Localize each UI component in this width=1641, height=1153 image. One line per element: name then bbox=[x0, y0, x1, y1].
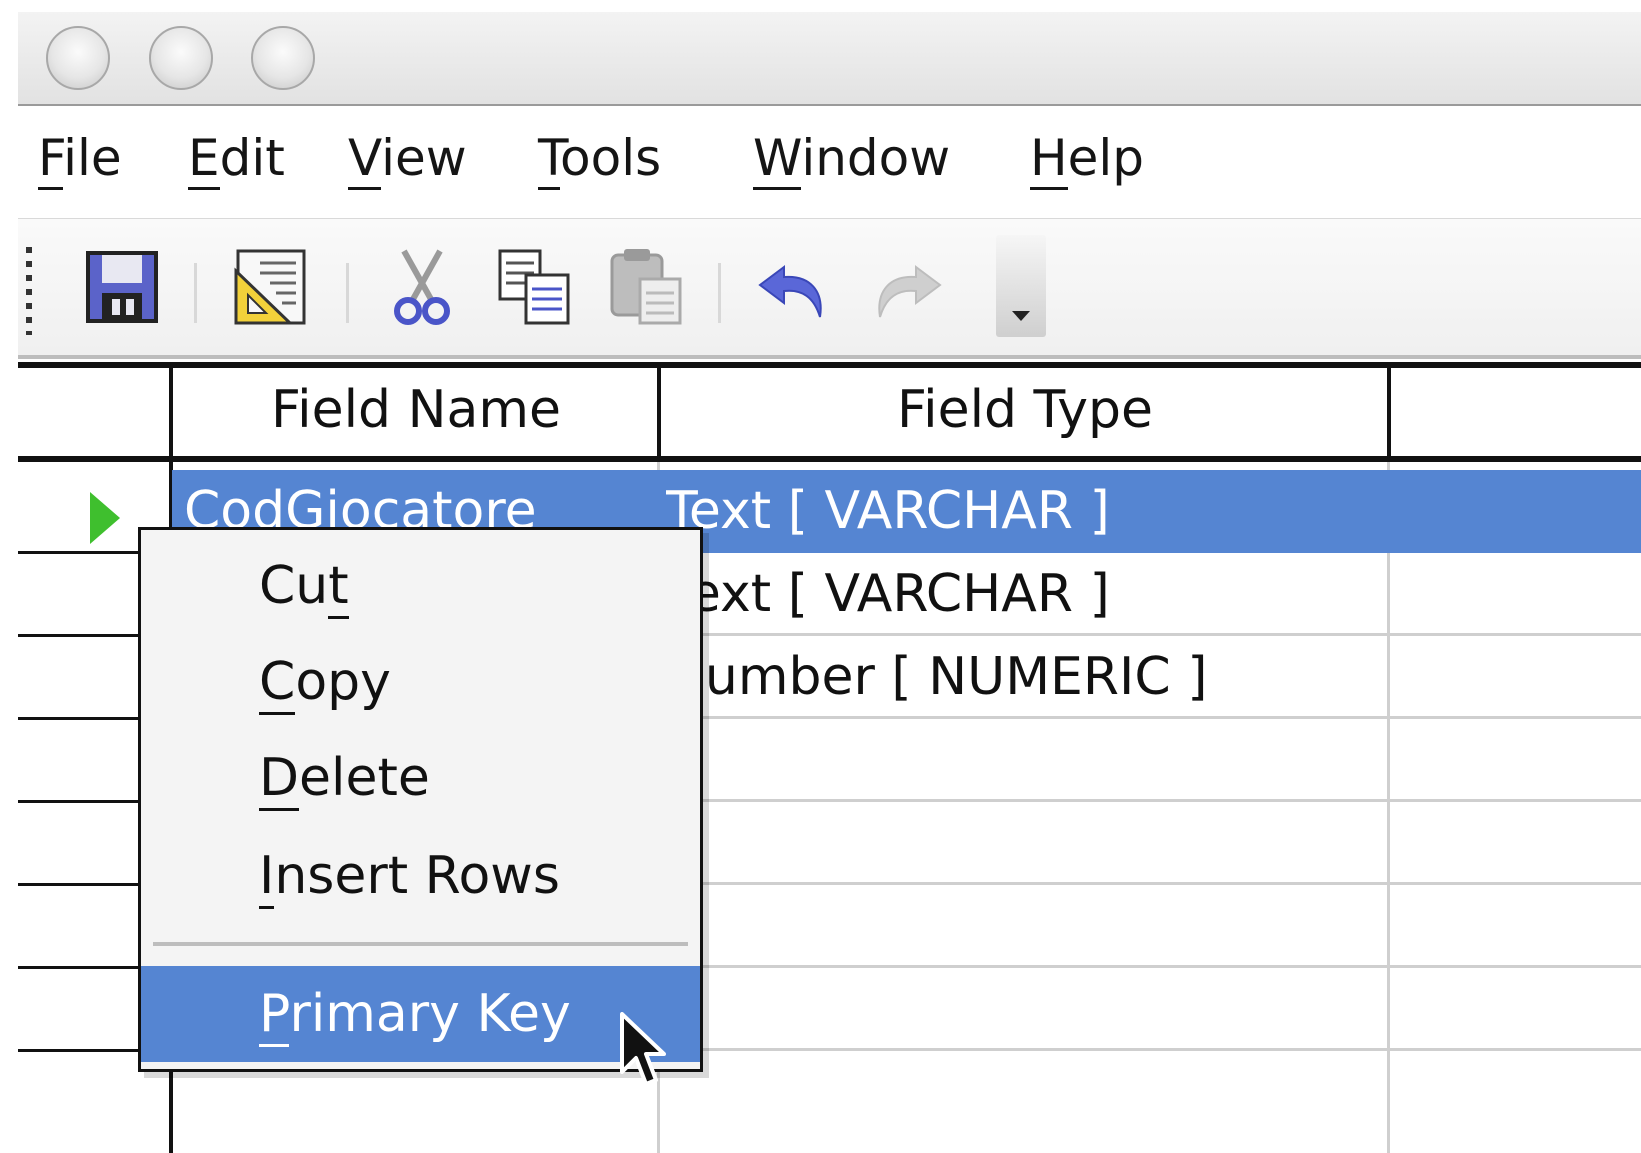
menu-tools[interactable]: Tools bbox=[538, 128, 662, 190]
menu-separator bbox=[153, 942, 688, 946]
menu-item-primary-key-mnemonic: P bbox=[259, 984, 290, 1047]
column-header-description[interactable] bbox=[1390, 362, 1641, 458]
title-bar bbox=[18, 12, 1641, 106]
header-bottom-border bbox=[18, 456, 1641, 462]
menu-window-mnemonic: W bbox=[753, 129, 802, 190]
field-type-cell[interactable] bbox=[666, 719, 1386, 802]
menu-view[interactable]: View bbox=[348, 128, 467, 190]
menu-file[interactable]: File bbox=[38, 128, 122, 190]
table-design-window: File Edit View Tools Window Help Field N… bbox=[18, 12, 1641, 1153]
header-divider bbox=[169, 362, 173, 462]
field-type-cell[interactable] bbox=[666, 885, 1386, 968]
field-type-cell[interactable]: Text [ VARCHAR ] bbox=[666, 470, 1386, 553]
menu-window[interactable]: Window bbox=[753, 128, 951, 190]
edit-document-icon bbox=[234, 249, 306, 325]
menu-item-insert-rows-mnemonic: I bbox=[259, 846, 275, 909]
toolbar bbox=[18, 219, 1641, 359]
menu-item-cut[interactable]: Cut bbox=[141, 538, 700, 634]
toolbar-separator bbox=[718, 263, 721, 323]
toolbar-separator bbox=[194, 263, 197, 323]
menu-window-label: indow bbox=[801, 129, 951, 187]
menu-item-primary-key[interactable]: Primary Key bbox=[141, 966, 700, 1062]
copy-icon bbox=[498, 249, 570, 325]
context-menu: Cut Copy Delete Insert Rows Primary Key bbox=[138, 527, 703, 1072]
zoom-window-button[interactable] bbox=[251, 26, 315, 90]
menu-item-insert-rows[interactable]: Insert Rows bbox=[141, 828, 700, 924]
field-type-cell[interactable] bbox=[666, 968, 1386, 1051]
redo-icon bbox=[878, 265, 942, 318]
menu-edit-mnemonic: E bbox=[188, 129, 220, 190]
paste-icon bbox=[610, 249, 682, 325]
menu-view-label: iew bbox=[381, 129, 467, 187]
menu-item-delete[interactable]: Delete bbox=[141, 730, 700, 826]
menu-item-cut-label-start: Cu bbox=[259, 556, 329, 616]
menu-bar: File Edit View Tools Window Help bbox=[18, 106, 1641, 219]
menu-item-insert-rows-label-end: nsert Rows bbox=[274, 846, 560, 906]
edit-design-button[interactable] bbox=[230, 247, 310, 327]
menu-item-delete-mnemonic: D bbox=[259, 748, 300, 811]
close-window-button[interactable] bbox=[46, 26, 110, 90]
menu-help[interactable]: Help bbox=[1030, 128, 1145, 190]
menu-item-delete-label-end: elete bbox=[299, 748, 430, 808]
menu-tools-mnemonic: T bbox=[538, 129, 561, 190]
header-divider bbox=[1387, 362, 1391, 462]
save-icon bbox=[86, 251, 158, 323]
menu-edit-label: dit bbox=[219, 129, 285, 187]
toolbar-separator bbox=[346, 263, 349, 323]
menu-item-copy-mnemonic: C bbox=[259, 652, 296, 715]
header-divider bbox=[657, 362, 661, 462]
menu-file-mnemonic: F bbox=[38, 129, 64, 190]
cut-button[interactable] bbox=[382, 247, 462, 327]
menu-item-primary-key-label-end: rimary Key bbox=[289, 984, 571, 1044]
menu-tools-label: ools bbox=[560, 129, 662, 187]
undo-icon bbox=[758, 265, 822, 318]
cut-icon bbox=[394, 249, 450, 325]
paste-button[interactable] bbox=[606, 247, 686, 327]
toolbar-grip-handle[interactable] bbox=[26, 247, 32, 335]
field-type-cell[interactable]: Text [ VARCHAR ] bbox=[666, 553, 1386, 636]
toolbar-overflow-button[interactable] bbox=[996, 235, 1046, 337]
menu-file-label: ile bbox=[63, 129, 122, 187]
dropdown-arrow-icon bbox=[1012, 311, 1030, 321]
menu-item-copy[interactable]: Copy bbox=[141, 634, 700, 730]
field-type-cell[interactable] bbox=[666, 802, 1386, 885]
redo-button[interactable] bbox=[866, 247, 946, 327]
field-type-cell[interactable]: Number [ NUMERIC ] bbox=[666, 636, 1386, 719]
menu-help-mnemonic: H bbox=[1030, 129, 1068, 190]
menu-help-label: elp bbox=[1067, 129, 1145, 187]
copy-button[interactable] bbox=[494, 247, 574, 327]
minimize-window-button[interactable] bbox=[149, 26, 213, 90]
mouse-pointer-icon bbox=[620, 1012, 666, 1086]
undo-button[interactable] bbox=[754, 247, 834, 327]
column-header-field-type[interactable]: Field Type bbox=[660, 362, 1390, 458]
save-button[interactable] bbox=[82, 247, 162, 327]
column-header-field-name[interactable]: Field Name bbox=[172, 362, 660, 458]
menu-item-copy-label-end: opy bbox=[295, 652, 391, 712]
menu-item-cut-mnemonic: t bbox=[328, 556, 349, 619]
menu-edit[interactable]: Edit bbox=[188, 128, 285, 190]
menu-view-mnemonic: V bbox=[348, 129, 382, 190]
current-row-arrow-icon bbox=[90, 492, 120, 544]
